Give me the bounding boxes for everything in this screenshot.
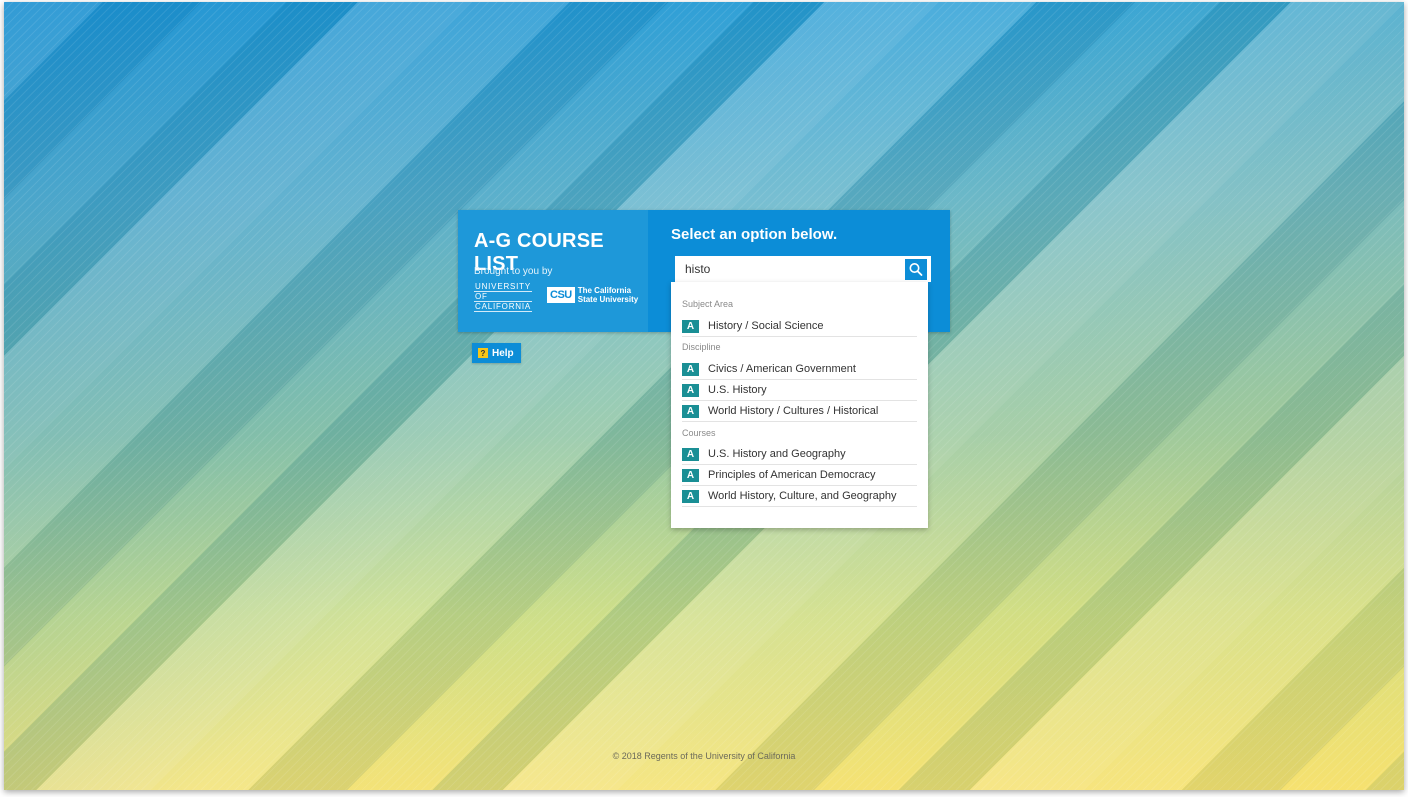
a-badge-icon: A [682, 489, 699, 503]
option-label: Civics / American Government [708, 363, 856, 375]
uc-logo-line: OF [474, 292, 533, 302]
csu-badge: CSU [547, 287, 575, 303]
csu-logo: CSU The California State University [547, 286, 648, 304]
brand-panel: A-G COURSE LIST Brought to you by UNIVER… [458, 210, 648, 332]
option-label: Principles of American Democracy [708, 469, 876, 481]
option-label: World History / Cultures / Historical [708, 405, 879, 417]
help-button[interactable]: ? Help [472, 343, 521, 363]
csu-name: The California State University [577, 286, 639, 304]
search-button[interactable] [905, 259, 927, 280]
option-label: History / Social Science [708, 320, 824, 332]
option-world-history-culture-and-geography[interactable]: A World History, Culture, and Geography [682, 486, 917, 507]
search-input[interactable] [675, 256, 931, 282]
uc-logo-line: UNIVERSITY [474, 282, 533, 292]
help-label: Help [492, 347, 514, 359]
a-badge-icon: A [682, 383, 699, 397]
option-principles-of-american-democracy[interactable]: A Principles of American Democracy [682, 465, 917, 486]
option-label: U.S. History and Geography [708, 448, 846, 460]
search-prompt: Select an option below. [671, 226, 838, 243]
option-label: U.S. History [708, 384, 767, 396]
group-label-courses: Courses [682, 428, 716, 438]
autocomplete-dropdown: Subject Area A History / Social Science … [671, 282, 928, 528]
a-badge-icon: A [682, 447, 699, 461]
uc-logo-line: CALIFORNIA [474, 302, 533, 312]
search-icon [909, 263, 923, 276]
uc-logo: UNIVERSITY OF CALIFORNIA [474, 282, 533, 312]
copyright-footer: © 2018 Regents of the University of Cali… [612, 751, 796, 761]
option-us-history-and-geography[interactable]: A U.S. History and Geography [682, 444, 917, 465]
a-badge-icon: A [682, 404, 699, 418]
group-label-subject-area: Subject Area [682, 299, 734, 309]
option-label: World History, Culture, and Geography [708, 490, 897, 502]
a-badge-icon: A [682, 319, 699, 333]
option-history-social-science[interactable]: A History / Social Science [682, 316, 917, 337]
help-icon: ? [478, 348, 488, 358]
group-label-discipline: Discipline [682, 342, 721, 352]
a-badge-icon: A [682, 362, 699, 376]
a-badge-icon: A [682, 468, 699, 482]
option-world-history-cultures-historical[interactable]: A World History / Cultures / Historical [682, 401, 917, 422]
option-us-history[interactable]: A U.S. History [682, 380, 917, 401]
brought-by-text: Brought to you by [474, 266, 553, 277]
background: A-G COURSE LIST Brought to you by UNIVER… [4, 2, 1404, 790]
option-civics-american-government[interactable]: A Civics / American Government [682, 359, 917, 380]
